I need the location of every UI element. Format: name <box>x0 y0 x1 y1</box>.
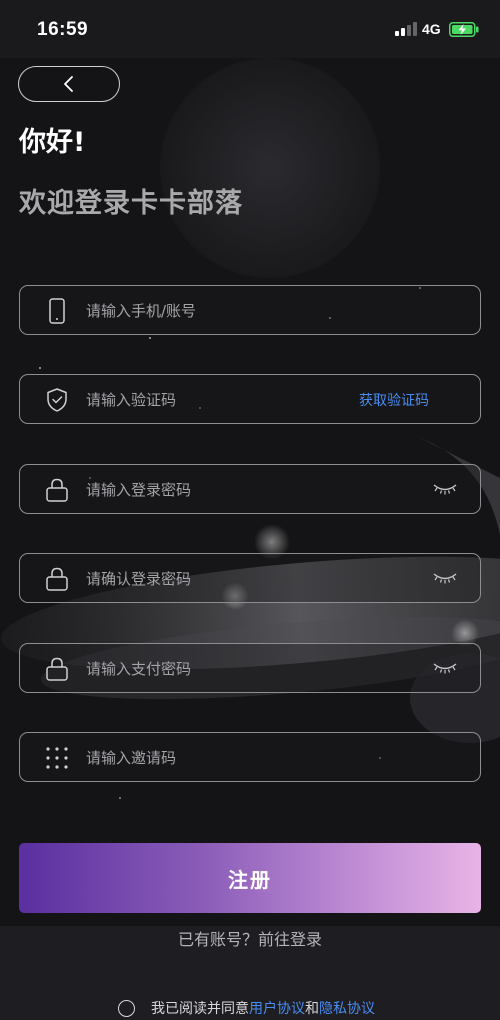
eye-closed-icon[interactable] <box>432 481 458 497</box>
code-field: 获取验证码 <box>19 374 481 425</box>
lock-icon <box>46 478 68 502</box>
agreement-prefix: 我已阅读并同意 <box>151 1001 249 1017</box>
get-code-button[interactable]: 获取验证码 <box>359 390 429 410</box>
welcome-subtitle: 欢迎登录卡卡部落 <box>19 188 243 219</box>
agreement-row: 我已阅读并同意 用户协议 和 隐私协议 <box>118 998 375 1018</box>
password-input[interactable] <box>84 465 368 515</box>
confirm-password-input[interactable] <box>84 554 368 604</box>
pay-password-field <box>19 643 481 694</box>
chevron-left-icon <box>64 76 73 92</box>
login-link[interactable]: 已有账号？前往登录 <box>0 926 500 950</box>
battery-charging-icon <box>449 22 479 37</box>
register-button[interactable]: 注册 <box>19 843 481 913</box>
privacy-agreement-link[interactable]: 隐私协议 <box>319 998 375 1018</box>
status-bar: 16:59 4G <box>0 0 500 58</box>
code-input[interactable] <box>84 375 298 425</box>
signal-icon <box>395 22 417 36</box>
back-button[interactable] <box>18 66 120 102</box>
phone-icon <box>49 298 65 324</box>
eye-closed-icon[interactable] <box>432 570 458 586</box>
phone-field <box>19 285 481 336</box>
user-agreement-link[interactable]: 用户协议 <box>249 998 305 1018</box>
shield-check-icon <box>47 388 67 412</box>
status-time: 16:59 <box>37 19 89 40</box>
invite-field <box>19 732 481 783</box>
lock-icon <box>46 657 68 681</box>
pay-password-input[interactable] <box>84 644 368 694</box>
phone-input[interactable] <box>84 286 368 336</box>
agreement-and: 和 <box>305 1001 319 1017</box>
greeting-title: 你好! <box>19 127 86 158</box>
network-type: 4G <box>422 21 441 37</box>
agreement-radio[interactable] <box>118 999 135 1017</box>
invite-input[interactable] <box>84 733 368 783</box>
eye-closed-icon[interactable] <box>432 660 458 676</box>
grid-dots-icon <box>46 747 68 769</box>
password-field <box>19 464 481 515</box>
confirm-password-field <box>19 553 481 604</box>
lock-icon <box>46 567 68 591</box>
